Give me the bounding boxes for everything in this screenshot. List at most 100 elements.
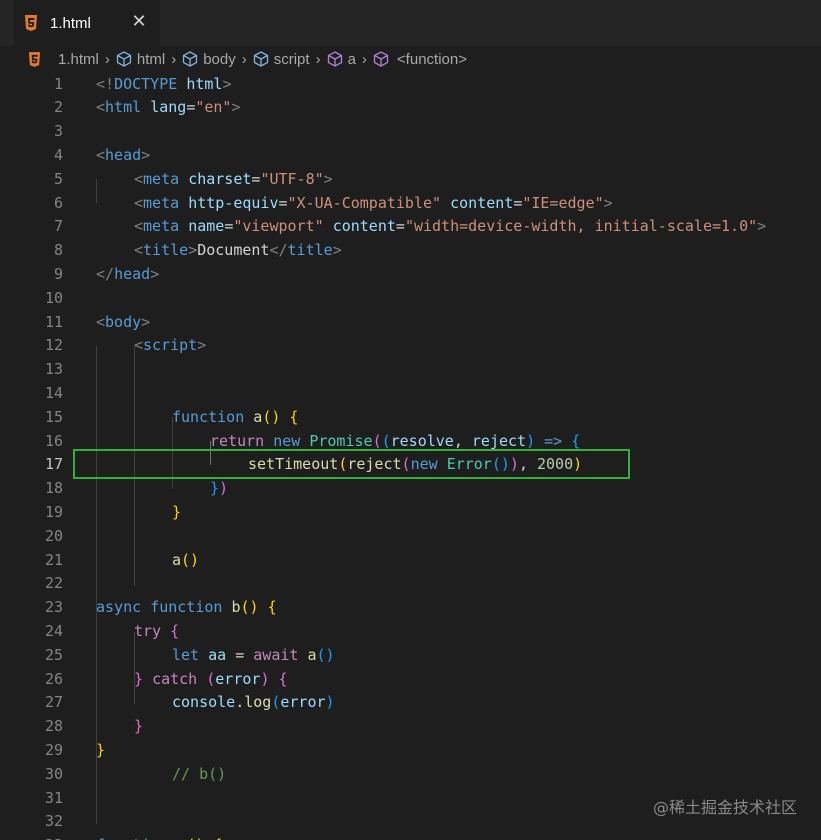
breadcrumb-item-body[interactable]: body › <box>182 51 253 68</box>
line-number: 11 <box>44 312 63 331</box>
breadcrumb-item-file[interactable]: 1.html › <box>28 51 116 68</box>
code-line[interactable]: 24 try { <box>0 620 821 644</box>
breadcrumb-item-a[interactable]: a › <box>327 51 373 68</box>
code-text: <script> <box>134 334 206 358</box>
highlight-box <box>73 449 630 479</box>
line-number: 6 <box>53 193 63 212</box>
code-token: } <box>172 502 182 521</box>
code-text: async function b() { <box>96 596 277 620</box>
code-line[interactable]: 13 <box>0 358 821 382</box>
code-line[interactable]: 6 <meta http-equiv="X-UA-Compatible" cont… <box>0 192 821 216</box>
code-text: <body> <box>96 311 150 335</box>
line-number: 32 <box>44 812 63 831</box>
line-number: 14 <box>44 383 63 402</box>
line-number: 22 <box>44 574 63 593</box>
line-number: 2 <box>53 98 63 117</box>
code-token: name <box>188 217 225 236</box>
code-line[interactable]: 9 </head> <box>0 263 821 287</box>
close-icon[interactable]: ✕ <box>130 12 148 30</box>
code-line[interactable]: 15 function a() { <box>0 406 821 430</box>
code-line[interactable]: 8 <title>Document</title> <box>0 239 821 263</box>
code-line[interactable]: 18}) <box>0 477 821 501</box>
code-token: = <box>513 193 523 212</box>
code-token: < <box>96 312 106 331</box>
watermark: @稀土掘金技术社区 <box>652 798 797 817</box>
chevron-right-icon: › <box>241 50 247 68</box>
code-token: . <box>235 693 245 712</box>
breadcrumb-item-script[interactable]: script › <box>253 51 327 68</box>
line-number: 13 <box>44 360 63 379</box>
code-line[interactable]: 7 <meta name="viewport" content="width=de… <box>0 215 821 239</box>
code-token: } <box>134 669 144 688</box>
code-text: <title>Document</title> <box>134 239 342 263</box>
code-token: { <box>267 598 277 617</box>
code-line[interactable]: 19} <box>0 501 821 525</box>
code-token: "IE=edge" <box>522 193 604 212</box>
code-text: <meta name="viewport" content="width=dev… <box>134 215 766 239</box>
line-number: 28 <box>44 717 63 736</box>
breadcrumb: 1.html › html › body › script › a › <fun… <box>0 46 821 72</box>
chevron-right-icon: › <box>315 50 321 68</box>
code-token: "en" <box>195 98 232 117</box>
code-line[interactable]: 4 <head> <box>0 144 821 168</box>
code-line[interactable]: 20 <box>0 525 821 549</box>
code-line[interactable]: 10 <box>0 287 821 311</box>
code-line[interactable]: 21 a() <box>0 549 821 573</box>
code-token: = <box>278 193 288 212</box>
code-line[interactable]: 5 <meta charset="UTF-8"> <box>0 168 821 192</box>
breadcrumb-item-html[interactable]: html › <box>116 51 182 68</box>
line-number: 24 <box>44 621 63 640</box>
code-token: < <box>134 336 144 355</box>
code-line[interactable]: 27 console.log(error) <box>0 691 821 715</box>
code-line[interactable]: 33 function c() { <box>0 834 821 840</box>
line-number: 12 <box>44 336 63 355</box>
code-token: => <box>544 431 563 450</box>
code-token: ) <box>219 479 229 498</box>
tab-1-html[interactable]: 1.html ✕ <box>14 0 160 46</box>
code-token: { <box>289 407 299 426</box>
code-text: let aa = await a() <box>172 644 335 668</box>
code-token: content <box>332 217 396 236</box>
code-token: function <box>172 407 245 426</box>
code-line[interactable]: 1 <!DOCTYPE html> <box>0 73 821 97</box>
code-token: } <box>96 740 106 759</box>
code-token: meta <box>143 193 180 212</box>
code-line[interactable]: 12 <script> <box>0 334 821 358</box>
code-line[interactable]: 23 async function b() { <box>0 596 821 620</box>
code-token: error <box>215 669 261 688</box>
code-token: a <box>253 407 263 426</box>
code-token: > <box>150 264 160 283</box>
code-line[interactable]: 3 <box>0 120 821 144</box>
code-token: head <box>114 264 151 283</box>
code-token: title <box>287 241 333 260</box>
code-token: title <box>143 241 189 260</box>
code-line[interactable]: 2 <html lang="en"> <box>0 96 821 120</box>
code-line[interactable]: 25 let aa = await a() <box>0 644 821 668</box>
code-line[interactable]: 30 // b() <box>0 763 821 787</box>
code-line[interactable]: 14 <box>0 382 821 406</box>
code-line[interactable]: 26} catch (error) { <box>0 668 821 692</box>
code-line[interactable]: 28} <box>0 715 821 739</box>
code-token: () <box>186 836 204 840</box>
code-token: "X-UA-Compatible" <box>287 193 442 212</box>
code-token: function <box>150 598 223 617</box>
breadcrumb-label: html <box>136 50 166 68</box>
code-token: "width=device-width, initial-scale=1.0" <box>404 217 758 236</box>
code-token: ( <box>381 431 391 450</box>
code-token: { <box>170 621 180 640</box>
code-token: = <box>186 98 196 117</box>
line-number: 29 <box>44 740 63 759</box>
code-token: ) <box>325 693 335 712</box>
code-line[interactable]: 29} <box>0 739 821 763</box>
code-token: = <box>224 217 234 236</box>
breadcrumb-item-function[interactable]: <function> <box>373 51 467 68</box>
code-line[interactable]: 22 <box>0 572 821 596</box>
line-number: 4 <box>53 145 63 164</box>
code-token: a <box>172 550 182 569</box>
code-line[interactable]: 11 <body> <box>0 311 821 335</box>
